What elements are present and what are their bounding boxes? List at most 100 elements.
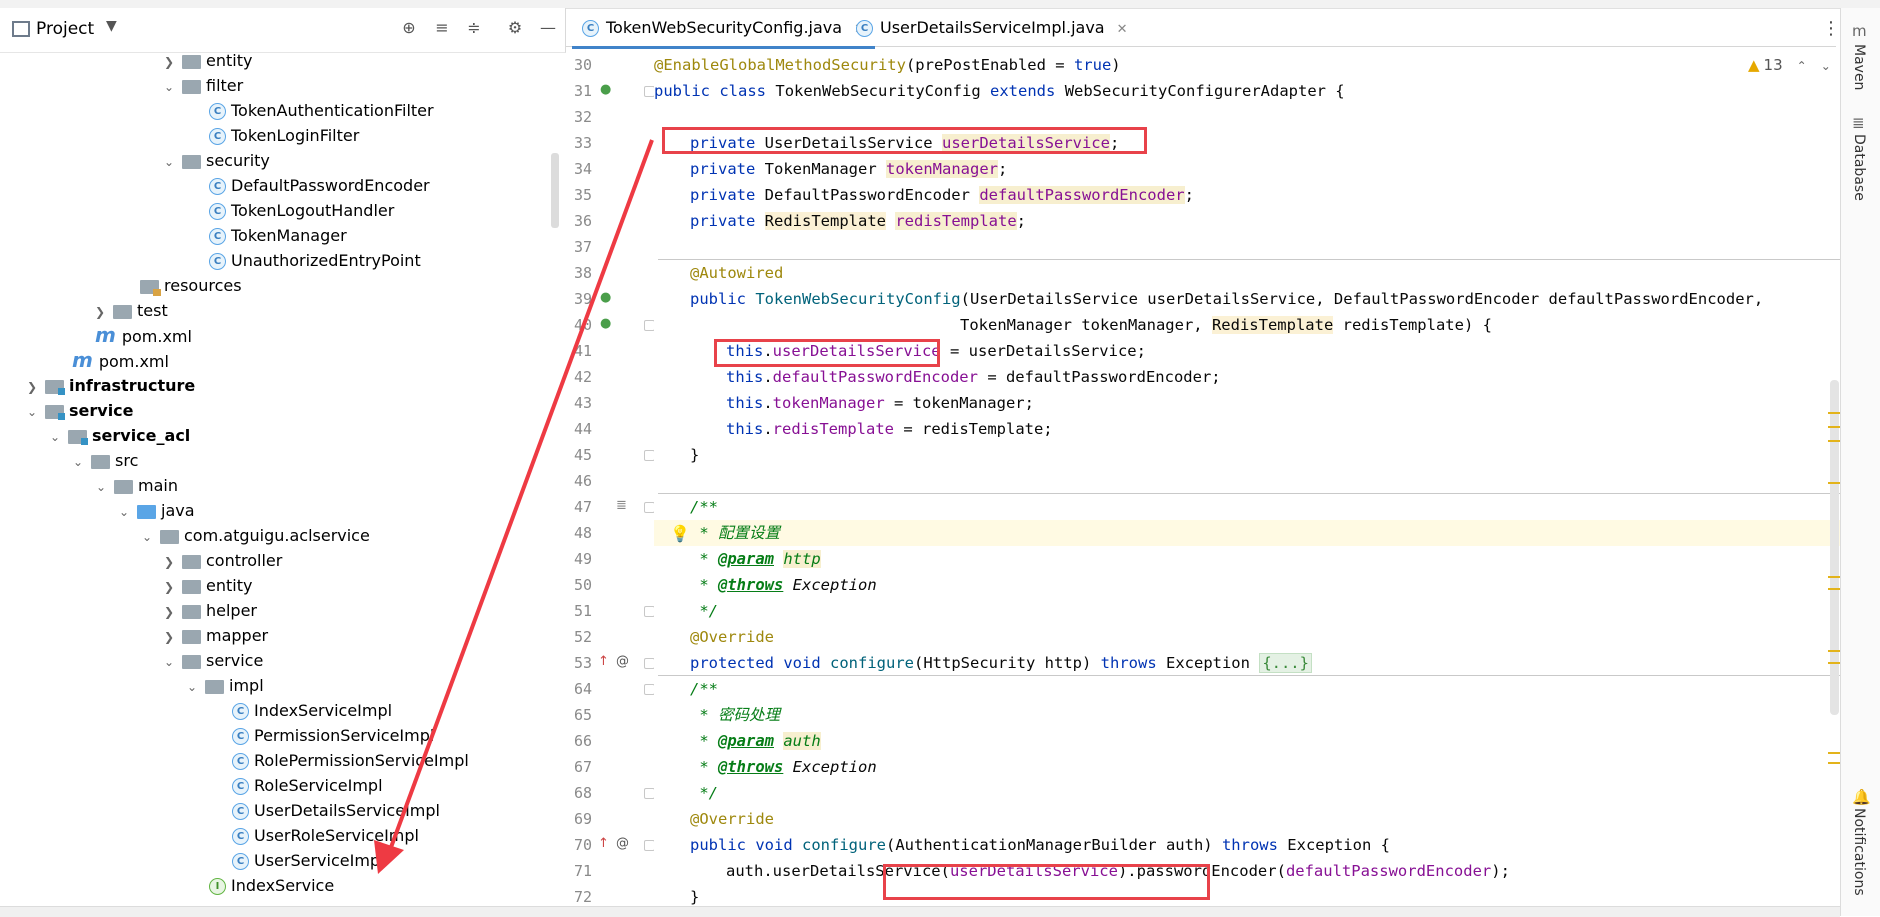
- tree-node[interactable]: C RolePermissionServiceImpl: [232, 748, 469, 773]
- class-icon: C: [232, 703, 249, 720]
- tree-node[interactable]: C TokenManager: [209, 223, 347, 248]
- tree-node[interactable]: C TokenLogoutHandler: [209, 198, 394, 223]
- inspection-widget[interactable]: ▲ 13 ⌃ ⌄: [1748, 56, 1831, 74]
- line-number: 66: [573, 732, 592, 750]
- bean-icon[interactable]: ●: [600, 316, 611, 331]
- tree-node[interactable]: ⌄ service: [25, 398, 134, 423]
- bean-icon[interactable]: ●: [600, 82, 611, 97]
- tree-node[interactable]: ⌄ service_acl: [48, 423, 190, 448]
- project-panel-title[interactable]: Project: [36, 19, 94, 39]
- chevron-down-icon[interactable]: ⌄: [71, 450, 85, 475]
- tab-token-web-security-config[interactable]: CTokenWebSecurityConfig.java✕: [572, 10, 875, 49]
- chevron-down-icon[interactable]: ⌄: [48, 425, 62, 450]
- maven-icon[interactable]: m: [1852, 22, 1867, 40]
- tree-node[interactable]: ⌄ service: [162, 648, 263, 673]
- tree-node[interactable]: C UserDetailsServiceImpl: [232, 798, 440, 823]
- chevron-right-icon[interactable]: ❯: [25, 375, 39, 400]
- chevron-down-icon[interactable]: ⌄: [162, 75, 176, 100]
- tree-node[interactable]: m pom.xml: [95, 323, 192, 348]
- chevron-down-icon[interactable]: ⌄: [162, 650, 176, 675]
- notifications-tool-button[interactable]: Notifications: [1851, 808, 1867, 896]
- chevron-right-icon[interactable]: ❯: [162, 575, 176, 600]
- tree-node[interactable]: m pom.xml: [72, 348, 169, 373]
- folder-icon: [114, 479, 133, 494]
- at-annotation-icon[interactable]: @: [616, 654, 629, 669]
- method-separator: [658, 493, 1840, 494]
- editor-tabs: CTokenWebSecurityConfig.java✕ CUserDetai…: [566, 10, 1836, 49]
- bean-icon[interactable]: ●: [600, 290, 611, 305]
- at-annotation-icon[interactable]: @: [616, 836, 629, 851]
- tree-node[interactable]: ⌄ com.atguigu.aclservice: [140, 523, 370, 548]
- chevron-right-icon[interactable]: ❯: [162, 550, 176, 575]
- chevron-down-icon[interactable]: ⌄: [25, 400, 39, 425]
- tree-node[interactable]: resources: [140, 273, 242, 298]
- tree-node[interactable]: ❯ entity: [162, 48, 252, 73]
- line-number: 45: [573, 446, 592, 464]
- tree-node[interactable]: ❯ test: [93, 298, 168, 323]
- chevron-down-icon[interactable]: ⌄: [94, 475, 108, 500]
- tree-node[interactable]: ❯ controller: [162, 548, 282, 573]
- tree-node[interactable]: C DefaultPasswordEncoder: [209, 173, 430, 198]
- code-editor[interactable]: 💡 @EnableGlobalMethodSecurity(prePostEna…: [654, 52, 1840, 916]
- chevron-right-icon[interactable]: ❯: [93, 300, 107, 325]
- tree-node[interactable]: ❯ helper: [162, 598, 257, 623]
- line-number: 43: [573, 394, 592, 412]
- chevron-up-icon[interactable]: ⌃: [1797, 59, 1807, 73]
- line-number: 50: [573, 576, 592, 594]
- tree-node[interactable]: ⌄ main: [94, 473, 178, 498]
- tree-scrollbar[interactable]: [551, 153, 559, 228]
- chevron-down-icon[interactable]: ⌄: [117, 500, 131, 525]
- tree-node[interactable]: ⌄ filter: [162, 73, 243, 98]
- folder-icon: [182, 79, 201, 94]
- tree-node[interactable]: ⌄ java: [117, 498, 195, 523]
- tree-node[interactable]: C IndexServiceImpl: [232, 698, 392, 723]
- tree-node[interactable]: C RoleServiceImpl: [232, 773, 383, 798]
- highlight-box-user-details-call: [883, 864, 1210, 900]
- chevron-down-icon[interactable]: ▼: [106, 18, 117, 34]
- more-vertical-icon[interactable]: ⋮: [1822, 18, 1840, 39]
- tree-node[interactable]: ❯ infrastructure: [25, 373, 195, 398]
- folder-icon: [182, 54, 201, 69]
- folded-code-block[interactable]: {...}: [1259, 653, 1312, 673]
- expand-all-icon[interactable]: ≡: [430, 16, 454, 40]
- close-icon[interactable]: ✕: [1117, 22, 1128, 37]
- chevron-down-icon[interactable]: ⌄: [1821, 59, 1831, 73]
- crosshair-icon[interactable]: ⊕: [397, 16, 421, 40]
- javadoc-toggle-icon[interactable]: ≣: [616, 498, 627, 513]
- override-icon[interactable]: ↑: [598, 836, 609, 851]
- tree-node[interactable]: C TokenLoginFilter: [209, 123, 359, 148]
- editor-scrollbar[interactable]: [1830, 380, 1839, 715]
- tree-node[interactable]: ❯ entity: [162, 573, 252, 598]
- tree-node[interactable]: C UserServiceImpl: [232, 848, 385, 873]
- tree-node[interactable]: ⌄ src: [71, 448, 138, 473]
- chevron-down-icon[interactable]: ⌄: [140, 525, 154, 550]
- tree-node[interactable]: I IndexService: [209, 873, 334, 898]
- line-number: 65: [573, 706, 592, 724]
- tree-node[interactable]: ⌄ impl: [185, 673, 264, 698]
- chevron-down-icon[interactable]: ⌄: [162, 150, 176, 175]
- tree-node[interactable]: ⌄ security: [162, 148, 270, 173]
- collapse-all-icon[interactable]: ≑: [462, 16, 486, 40]
- tab-user-details-service-impl[interactable]: C UserDetailsServiceImpl.java ✕: [846, 10, 1138, 46]
- editor-gutter: 30 31 32 33 34 35 36 37 38 39 40 41 42 4…: [566, 52, 655, 916]
- chevron-right-icon[interactable]: ❯: [162, 600, 176, 625]
- tree-node[interactable]: ❯ mapper: [162, 623, 268, 648]
- code-line-39: public TokenWebSecurityConfig(UserDetail…: [690, 290, 1764, 308]
- tree-node[interactable]: C UserRoleServiceImpl: [232, 823, 419, 848]
- bell-icon[interactable]: 🔔: [1852, 788, 1871, 806]
- chevron-down-icon[interactable]: ⌄: [185, 675, 199, 700]
- gear-icon[interactable]: ⚙: [503, 16, 527, 40]
- tree-node[interactable]: C UnauthorizedEntryPoint: [209, 248, 421, 273]
- tree-node[interactable]: C TokenAuthenticationFilter: [209, 98, 434, 123]
- minimize-icon[interactable]: —: [536, 16, 560, 40]
- class-icon: C: [232, 853, 249, 870]
- line-number: 69: [573, 810, 592, 828]
- lightbulb-icon[interactable]: 💡: [670, 524, 690, 543]
- database-tool-button[interactable]: Database: [1851, 134, 1867, 201]
- override-icon[interactable]: ↑: [598, 654, 609, 669]
- maven-tool-button[interactable]: Maven: [1851, 44, 1867, 90]
- database-icon[interactable]: ≣: [1852, 114, 1865, 132]
- chevron-right-icon[interactable]: ❯: [162, 625, 176, 650]
- tree-node[interactable]: C PermissionServiceImpl: [232, 723, 434, 748]
- chevron-right-icon[interactable]: ❯: [162, 50, 176, 75]
